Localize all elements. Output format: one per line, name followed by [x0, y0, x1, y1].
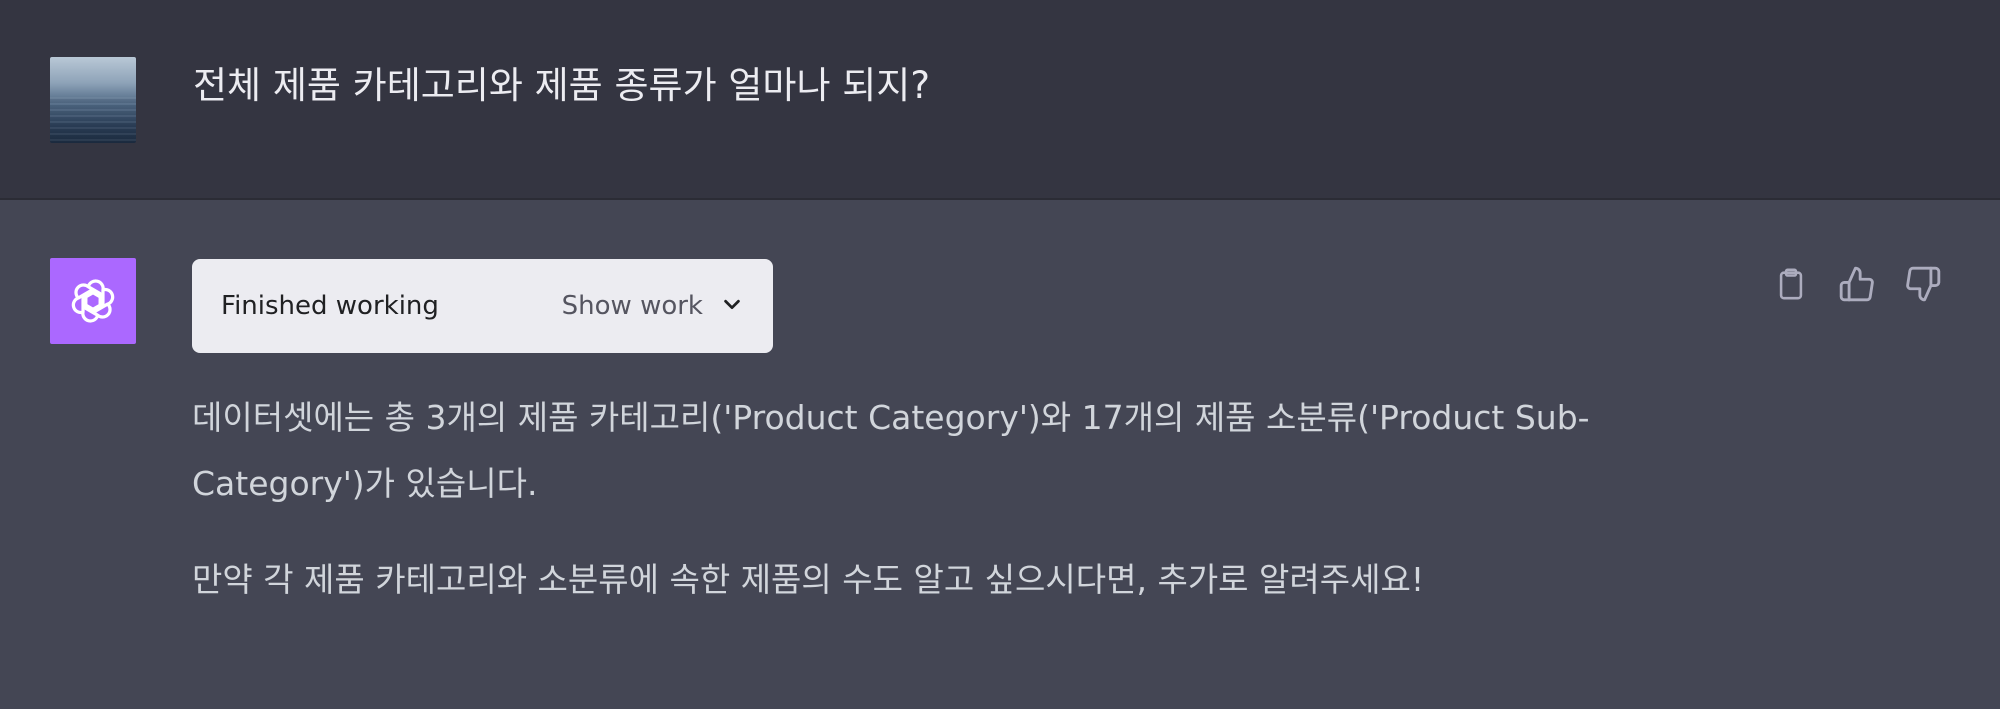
- chevron-down-icon: [721, 293, 743, 319]
- chat-conversation: 전체 제품 카테고리와 제품 종류가 얼마나 되지? Finished work…: [0, 0, 2000, 709]
- answer-paragraph: 데이터셋에는 총 3개의 제품 카테고리('Product Category')…: [192, 398, 1590, 503]
- user-avatar: [50, 57, 136, 143]
- show-work-label: Show work: [561, 291, 703, 321]
- clipboard-icon: [1774, 265, 1808, 307]
- show-work-button[interactable]: Show work: [562, 284, 743, 328]
- thumbs-up-icon: [1838, 265, 1876, 307]
- thumbs-up-button[interactable]: [1838, 266, 1876, 306]
- openai-logo-icon: [50, 258, 136, 344]
- thumbs-down-icon: [1904, 265, 1942, 307]
- user-message-row: 전체 제품 카테고리와 제품 종류가 얼마나 되지?: [0, 0, 2000, 200]
- answer-paragraph: 만약 각 제품 카테고리와 소분류에 속한 제품의 수도 알고 싶으시다면, 추…: [192, 560, 1425, 599]
- work-status-box: Finished working Show work: [192, 259, 773, 353]
- copy-button[interactable]: [1772, 266, 1810, 306]
- assistant-message-text: 데이터셋에는 총 3개의 제품 카테고리('Product Category')…: [192, 385, 1692, 643]
- work-status-label: Finished working: [221, 291, 439, 321]
- message-actions: [1772, 266, 1942, 306]
- thumbs-down-button[interactable]: [1904, 266, 1942, 306]
- user-message-text: 전체 제품 카테고리와 제품 종류가 얼마나 되지?: [193, 64, 930, 107]
